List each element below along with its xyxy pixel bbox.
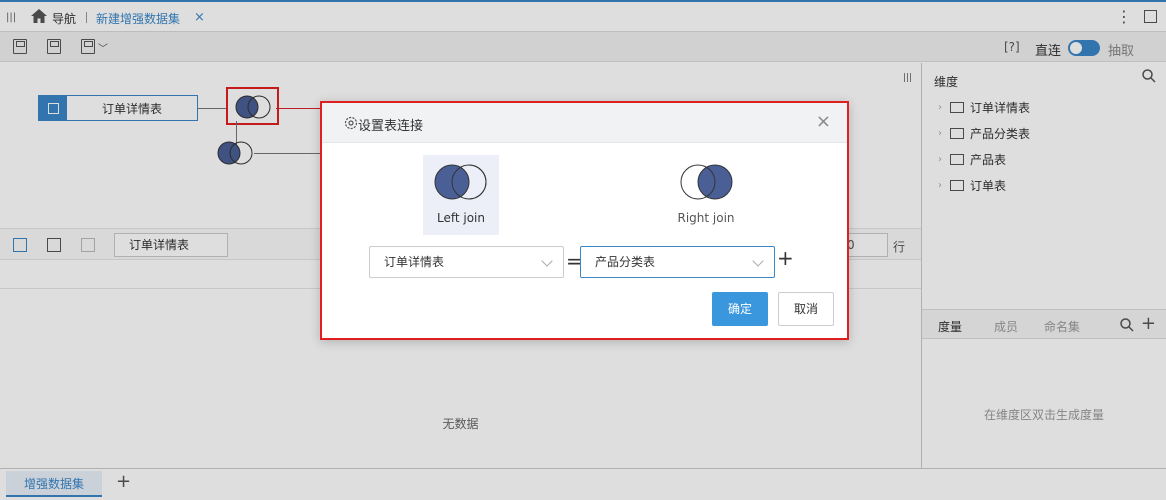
left-table-value: 订单详情表 bbox=[384, 255, 445, 269]
left-table-select[interactable]: 订单详情表 bbox=[369, 246, 564, 278]
left-join-icon bbox=[434, 164, 487, 200]
cancel-button[interactable]: 取消 bbox=[778, 292, 834, 326]
dialog-header: 设置表连接 × bbox=[322, 103, 847, 143]
add-condition-icon[interactable]: + bbox=[777, 246, 794, 270]
dialog-title: 设置表连接 bbox=[358, 119, 424, 134]
left-join-label: Left join bbox=[436, 211, 485, 225]
close-icon[interactable]: × bbox=[816, 111, 831, 132]
chevron-down-icon bbox=[752, 255, 764, 267]
right-table-value: 产品分类表 bbox=[595, 255, 656, 269]
confirm-button[interactable]: 确定 bbox=[712, 292, 768, 326]
left-join-option[interactable]: Left join bbox=[423, 155, 499, 235]
chevron-down-icon bbox=[541, 255, 553, 267]
gear-icon bbox=[344, 116, 358, 130]
right-join-label: Right join bbox=[677, 211, 735, 225]
right-join-option[interactable]: Right join bbox=[668, 155, 744, 235]
right-join-icon bbox=[680, 164, 733, 200]
right-table-select[interactable]: 产品分类表 bbox=[580, 246, 775, 278]
join-settings-dialog: 设置表连接 × Left join Right join 订单详情表 = 产品分… bbox=[320, 101, 849, 340]
